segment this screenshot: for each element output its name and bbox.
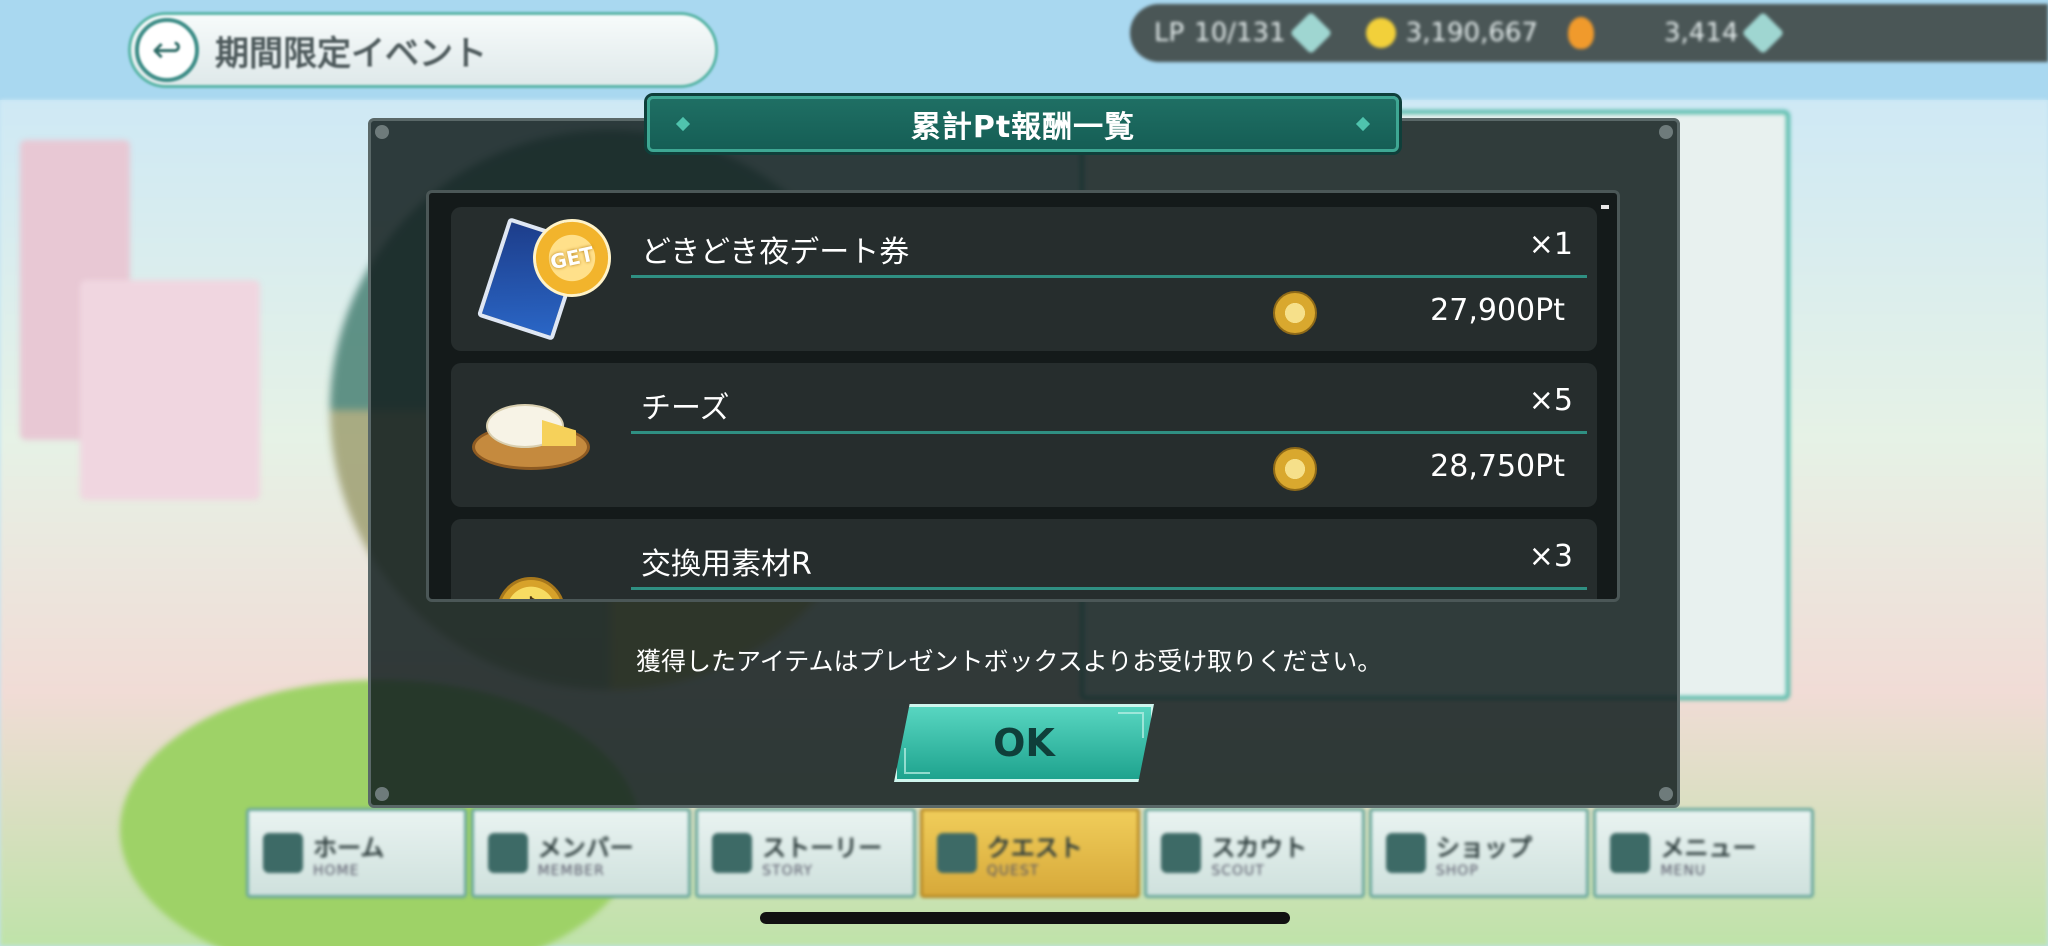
corner-rivet — [1659, 787, 1673, 801]
date-ticket-icon: GET — [471, 211, 619, 341]
lp-label: LP — [1154, 18, 1185, 48]
cheese-icon — [471, 373, 591, 497]
item-name: 交換用素材R — [641, 547, 812, 582]
coin-value: 3,190,667 — [1405, 18, 1538, 48]
home-icon — [263, 833, 303, 873]
nav-sublabel: SCOUT — [1211, 862, 1265, 879]
nav-label: ショップ — [1435, 833, 1532, 862]
nav-sublabel: MEMBER — [537, 862, 605, 879]
nav-member[interactable]: メンバー MEMBER — [470, 808, 692, 898]
required-points: 27,900Pt — [1430, 293, 1565, 328]
shop-icon — [1385, 833, 1426, 873]
nav-sublabel: MENU — [1660, 862, 1707, 879]
notice-text: 獲得したアイテムはプレゼントボックスよりお受け取りください。 — [636, 647, 1383, 676]
story-icon — [712, 833, 753, 873]
event-point-coin-icon — [1273, 447, 1317, 491]
nav-label: スカウト — [1211, 833, 1308, 862]
lp-value: 10/131 — [1194, 18, 1286, 48]
nav-home[interactable]: ホーム HOME — [246, 808, 467, 898]
nav-sublabel: QUEST — [986, 862, 1040, 879]
nav-label: ホーム — [313, 833, 385, 862]
nav-scout[interactable]: スカウト SCOUT — [1144, 808, 1365, 898]
nav-menu[interactable]: メニュー MENU — [1593, 808, 1815, 898]
gem-icon — [1567, 17, 1594, 49]
divider — [631, 587, 1587, 590]
list-item: GET どきどき夜デート券 ×1 27,900Pt — [451, 207, 1597, 351]
item-quantity: ×3 — [1528, 539, 1573, 574]
nav-label: クエスト — [986, 833, 1083, 862]
add-gem-icon[interactable] — [1742, 11, 1785, 55]
item-quantity: ×1 — [1528, 227, 1573, 262]
ok-ornament-icon — [904, 748, 930, 774]
reward-list[interactable]: GET どきどき夜デート券 ×1 27,900Pt チーズ ×5 28,750P… — [426, 190, 1620, 602]
ok-ornament-icon — [1118, 712, 1144, 738]
divider — [631, 275, 1587, 278]
coin-icon — [1365, 18, 1396, 48]
music-note-coin-icon: ♪ — [497, 577, 565, 599]
back-arrow-icon: ↩ — [135, 18, 199, 82]
material-r-icon: ♪ — [471, 529, 591, 599]
nav-label: メニュー — [1660, 833, 1757, 862]
status-bar: LP 10/131 3,190,667 3,414 — [1130, 4, 2048, 62]
nav-label: メンバー — [537, 833, 634, 862]
nav-sublabel: SHOP — [1435, 862, 1479, 879]
dialog-header: 累計Pt報酬一覧 — [647, 96, 1399, 152]
required-points: 28,750Pt — [1430, 449, 1565, 484]
quest-icon — [936, 833, 977, 873]
corner-rivet — [375, 787, 389, 801]
scrollbar[interactable] — [1601, 205, 1609, 209]
home-indicator[interactable] — [760, 912, 1290, 924]
item-name: チーズ — [641, 391, 730, 426]
divider — [631, 431, 1587, 434]
list-item: チーズ ×5 28,750Pt — [451, 363, 1597, 507]
ok-button-label: OK — [993, 721, 1055, 765]
nav-story[interactable]: ストーリー STORY — [695, 808, 916, 898]
ok-button[interactable]: OK — [894, 704, 1154, 782]
item-quantity: ×5 — [1528, 383, 1573, 418]
lp-counter: LP 10/131 — [1154, 11, 1332, 55]
get-badge-label: GET — [548, 241, 596, 275]
screen-title: 期間限定イベント — [215, 33, 487, 74]
event-point-coin-icon — [1273, 291, 1317, 335]
nav-label: ストーリー — [762, 833, 883, 862]
header-ornament-icon — [1355, 116, 1371, 132]
menu-grid-icon — [1610, 833, 1651, 873]
header-ornament-icon — [675, 116, 691, 132]
item-name: どきどき夜デート券 — [641, 235, 910, 270]
nav-quest[interactable]: クエスト QUEST — [919, 808, 1141, 898]
gem-value: 3,414 — [1663, 18, 1739, 48]
nav-sublabel: HOME — [313, 862, 360, 879]
building — [80, 280, 260, 500]
cheese-image — [472, 400, 590, 470]
back-button[interactable]: ↩ 期間限定イベント — [128, 12, 718, 88]
bottom-nav: ホーム HOME メンバー MEMBER ストーリー STORY クエスト QUEST … — [246, 808, 1815, 898]
member-icon — [487, 833, 528, 873]
nav-shop[interactable]: ショップ SHOP — [1368, 808, 1590, 898]
corner-rivet — [375, 125, 389, 139]
corner-rivet — [1659, 125, 1673, 139]
gem-counter: 3,414 — [1567, 11, 1785, 55]
dialog-title: 累計Pt報酬一覧 — [910, 110, 1136, 145]
add-lp-icon[interactable] — [1289, 11, 1332, 55]
nav-sublabel: STORY — [762, 862, 813, 879]
coin-counter: 3,190,667 — [1365, 18, 1538, 48]
list-item: ♪ 交換用素材R ×3 — [451, 519, 1597, 599]
scout-icon — [1161, 833, 1202, 873]
